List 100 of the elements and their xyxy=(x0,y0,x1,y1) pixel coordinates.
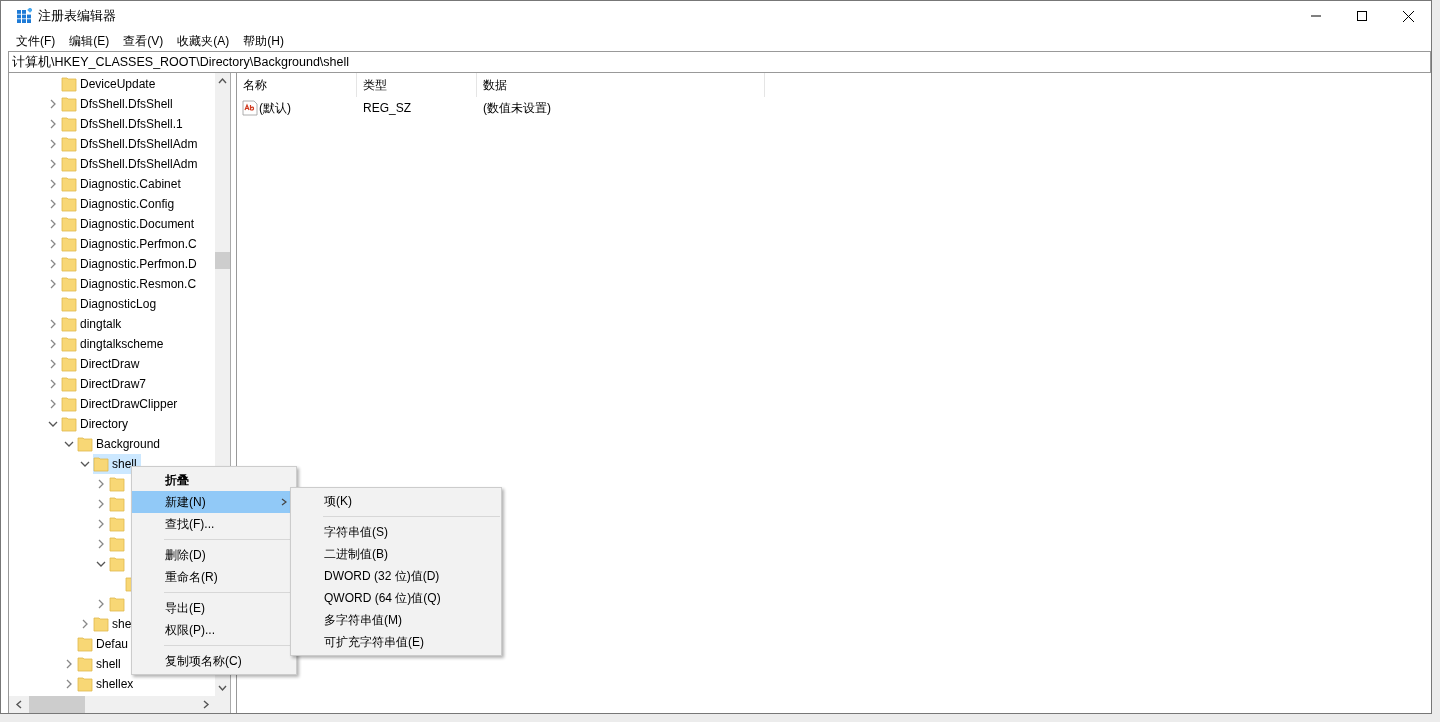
expand-chevron-icon[interactable] xyxy=(48,399,58,409)
tree-node[interactable]: Diagnostic.Cabinet xyxy=(61,174,185,194)
folder-icon xyxy=(61,336,77,352)
column-header[interactable]: 名称 xyxy=(237,73,357,97)
value-name: (默认) xyxy=(259,100,291,117)
registry-grid-icon xyxy=(16,8,32,24)
expand-chevron-icon[interactable] xyxy=(64,679,74,689)
folder-icon xyxy=(77,676,93,692)
tree-node[interactable]: Directory xyxy=(61,414,132,434)
expand-chevron-icon[interactable] xyxy=(48,139,58,149)
tree-node[interactable]: DfsShell.DfsShell xyxy=(61,94,177,114)
column-header[interactable]: 类型 xyxy=(357,73,477,97)
collapse-chevron-icon[interactable] xyxy=(80,459,90,469)
menu-item[interactable]: 字符串值(S) xyxy=(291,521,501,543)
tree-label: DirectDraw xyxy=(80,356,140,373)
collapse-chevron-icon[interactable] xyxy=(48,419,58,429)
expand-chevron-icon[interactable] xyxy=(48,179,58,189)
folder-icon xyxy=(61,156,77,172)
tree-node[interactable]: dingtalkscheme xyxy=(61,334,168,354)
tree-label: Diagnostic.Cabinet xyxy=(80,176,181,193)
expand-chevron-icon[interactable] xyxy=(96,499,106,509)
folder-icon xyxy=(93,616,109,632)
menu-item[interactable]: 可扩充字符串值(E) xyxy=(291,631,501,653)
expand-chevron-icon[interactable] xyxy=(64,659,74,669)
scrollbar-thumb[interactable] xyxy=(215,252,230,269)
folder-icon xyxy=(61,116,77,132)
expand-chevron-icon[interactable] xyxy=(48,159,58,169)
tree-node[interactable]: she xyxy=(93,614,136,634)
collapse-chevron-icon[interactable] xyxy=(64,439,74,449)
menu-bar-item[interactable]: 收藏夹(A) xyxy=(170,32,237,50)
tree-label: she xyxy=(112,616,132,633)
window-title: 注册表编辑器 xyxy=(38,7,116,25)
menu-bar-item[interactable]: 编辑(E) xyxy=(62,32,117,50)
expand-chevron-icon[interactable] xyxy=(48,339,58,349)
tree-node[interactable]: DirectDraw xyxy=(61,354,144,374)
folder-icon xyxy=(109,476,125,492)
folder-icon xyxy=(61,396,77,412)
folder-icon xyxy=(61,296,77,312)
menu-item[interactable]: QWORD (64 位)值(Q) xyxy=(291,587,501,609)
menu-item[interactable]: 多字符串值(M) xyxy=(291,609,501,631)
folder-icon xyxy=(61,96,77,112)
tree-node[interactable]: Defau xyxy=(77,634,133,654)
tree-node[interactable]: Diagnostic.Resmon.C xyxy=(61,274,201,294)
tree-node[interactable]: Diagnostic.Config xyxy=(61,194,179,214)
tree-node[interactable]: Diagnostic.Perfmon.D xyxy=(61,254,201,274)
menu-item[interactable]: 二进制值(B) xyxy=(291,543,501,565)
tree-label: Diagnostic.Resmon.C xyxy=(80,276,197,293)
tree-label: dingtalkscheme xyxy=(80,336,164,353)
horizontal-scrollbar[interactable] xyxy=(9,696,230,713)
tree-node[interactable]: DirectDrawClipper xyxy=(61,394,182,414)
tree-node[interactable]: DfsShell.DfsShellAdm xyxy=(61,154,202,174)
expand-chevron-icon[interactable] xyxy=(48,379,58,389)
close-icon xyxy=(1402,10,1414,22)
expand-chevron-icon[interactable] xyxy=(96,599,106,609)
expand-chevron-icon[interactable] xyxy=(48,239,58,249)
folder-icon xyxy=(61,316,77,332)
folder-icon xyxy=(61,196,77,212)
tree-node[interactable]: Diagnostic.Perfmon.C xyxy=(61,234,201,254)
expand-chevron-icon[interactable] xyxy=(48,99,58,109)
column-header[interactable]: 数据 xyxy=(477,73,765,97)
folder-icon xyxy=(77,656,93,672)
folder-icon xyxy=(61,136,77,152)
collapse-chevron-icon[interactable] xyxy=(96,559,106,569)
tree-node[interactable]: DfsShell.DfsShellAdm xyxy=(61,134,202,154)
tree-node[interactable]: Background xyxy=(77,434,165,454)
tree-label: Diagnostic.Document xyxy=(80,216,195,233)
folder-icon xyxy=(109,516,125,532)
folder-icon xyxy=(61,256,77,272)
expand-chevron-icon[interactable] xyxy=(48,319,58,329)
expand-chevron-icon[interactable] xyxy=(48,359,58,369)
menu-bar-item[interactable]: 帮助(H) xyxy=(236,32,291,50)
tree-node[interactable]: DeviceUpdate xyxy=(61,74,160,94)
tree-node[interactable]: DfsShell.DfsShell.1 xyxy=(61,114,187,134)
expand-chevron-icon[interactable] xyxy=(96,479,106,489)
tree-label: DfsShell.DfsShellAdm xyxy=(80,156,198,173)
expand-chevron-icon[interactable] xyxy=(48,119,58,129)
folder-icon xyxy=(61,176,77,192)
expand-chevron-icon[interactable] xyxy=(48,259,58,269)
tree-label: shell xyxy=(96,656,121,673)
expand-chevron-icon[interactable] xyxy=(80,619,90,629)
expand-chevron-icon[interactable] xyxy=(48,199,58,209)
menu-item[interactable]: 复制项名称(C) xyxy=(132,650,296,672)
tree-node[interactable]: DirectDraw7 xyxy=(61,374,150,394)
maximize-icon xyxy=(1357,11,1367,21)
tree-node[interactable]: shell xyxy=(77,654,125,674)
scrollbar-thumb[interactable] xyxy=(29,696,85,713)
address-field[interactable]: 计算机\HKEY_CLASSES_ROOT\Directory\Background\shell xyxy=(8,51,1431,73)
expand-chevron-icon[interactable] xyxy=(96,539,106,549)
tree-label: Defau xyxy=(96,636,129,653)
tree-node[interactable]: Diagnostic.Document xyxy=(61,214,199,234)
expand-chevron-icon[interactable] xyxy=(96,519,106,529)
tree-node[interactable]: shellex xyxy=(77,674,138,694)
expand-chevron-icon[interactable] xyxy=(48,219,58,229)
menu-bar-item[interactable]: 查看(V) xyxy=(116,32,171,50)
tree-label: shellex xyxy=(96,676,134,693)
tree-node[interactable]: dingtalk xyxy=(61,314,126,334)
expand-chevron-icon[interactable] xyxy=(48,279,58,289)
menu-bar-item[interactable]: 文件(F) xyxy=(9,32,63,50)
tree-node[interactable]: DiagnosticLog xyxy=(61,294,161,314)
menu-item[interactable]: DWORD (32 位)值(D) xyxy=(291,565,501,587)
